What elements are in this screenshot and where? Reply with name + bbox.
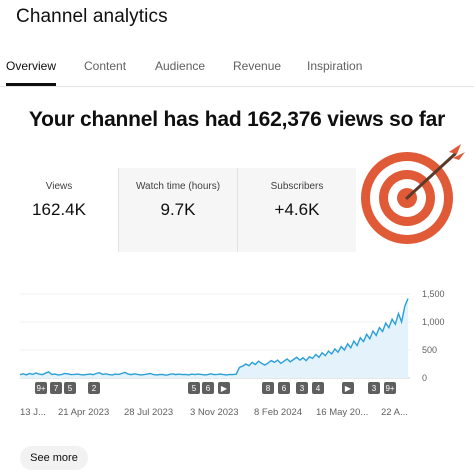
marker-label: 9+ <box>36 384 45 393</box>
timeline-marker: 7 <box>50 382 62 394</box>
timeline-marker: 4 <box>312 382 324 394</box>
page-title: Channel analytics <box>16 6 168 27</box>
marker-label: 3 <box>372 384 377 393</box>
y-tick-label: 0 <box>422 373 427 383</box>
marker-label: 3 <box>300 384 305 393</box>
y-tick-label: 500 <box>422 345 437 355</box>
timeline-marker: 6 <box>202 382 214 394</box>
views-headline: Your channel has had 162,376 views so fa… <box>28 108 446 131</box>
marker-label: 2 <box>92 384 97 393</box>
tab-bar: Overview Content Audience Revenue Inspir… <box>0 52 474 87</box>
stats-row: Views 162.4K Watch time (hours) 9.7K Sub… <box>0 168 356 252</box>
x-tick-label: 28 Jul 2023 <box>124 407 173 418</box>
stat-label: Watch time (hours) <box>135 181 221 192</box>
marker-label: 5 <box>192 384 197 393</box>
stat-card-watch-time[interactable]: Watch time (hours) 9.7K <box>119 168 237 252</box>
timeline-marker: 9+ <box>35 382 47 394</box>
marker-label: 4 <box>316 384 321 393</box>
see-more-button[interactable]: See more <box>20 446 88 470</box>
stat-value: +4.6K <box>274 200 320 219</box>
stat-label: Views <box>45 181 73 192</box>
tab-inspiration[interactable]: Inspiration <box>307 59 362 73</box>
stat-label: Subscribers <box>270 181 324 192</box>
timeline-marker: 5 <box>64 382 76 394</box>
timeline-marker: ▶ <box>218 382 230 394</box>
stat-value: 9.7K <box>160 200 196 219</box>
x-tick-label: 13 J... <box>20 407 46 418</box>
marker-label: 7 <box>54 384 59 393</box>
x-tick-label: 3 Nov 2023 <box>190 407 239 418</box>
marker-label: 9+ <box>385 384 394 393</box>
timeline-marker: 3 <box>296 382 308 394</box>
marker-label: 6 <box>206 384 211 393</box>
x-tick-label: 16 May 20... <box>316 407 368 418</box>
tab-revenue[interactable]: Revenue <box>233 59 281 73</box>
marker-label: ▶ <box>345 384 352 393</box>
target-icon <box>361 144 465 244</box>
views-area <box>20 298 408 378</box>
x-tick-label: 21 Apr 2023 <box>58 407 109 418</box>
tab-content[interactable]: Content <box>84 59 126 73</box>
y-tick-label: 1,000 <box>422 317 445 327</box>
timeline-marker: ▶ <box>342 382 354 394</box>
timeline-marker: 3 <box>368 382 380 394</box>
marker-label: 6 <box>282 384 287 393</box>
marker-label: ▶ <box>221 384 228 393</box>
timeline-marker: 8 <box>262 382 274 394</box>
y-tick-label: 1,500 <box>422 289 445 299</box>
stat-value: 162.4K <box>32 200 86 219</box>
stat-card-views[interactable]: Views 162.4K <box>0 168 118 252</box>
timeline-marker: 5 <box>188 382 200 394</box>
x-tick-label: 8 Feb 2024 <box>254 407 302 418</box>
timeline-marker: 6 <box>278 382 290 394</box>
timeline-marker: 9+ <box>384 382 396 394</box>
stat-card-subscribers[interactable]: Subscribers +4.6K <box>238 168 356 252</box>
active-tab-indicator <box>6 83 56 86</box>
views-chart[interactable]: 1,5001,0005000 9+ 7 5 2 5 6 ▶ 8 6 3 4 ▶ 3 9+ 13 J... 2… <box>0 282 474 430</box>
tab-audience[interactable]: Audience <box>155 59 205 73</box>
marker-label: 8 <box>266 384 271 393</box>
x-tick-label: 22 A... <box>381 407 408 418</box>
marker-label: 5 <box>68 384 73 393</box>
timeline-marker: 2 <box>88 382 100 394</box>
tab-overview[interactable]: Overview <box>6 59 56 73</box>
